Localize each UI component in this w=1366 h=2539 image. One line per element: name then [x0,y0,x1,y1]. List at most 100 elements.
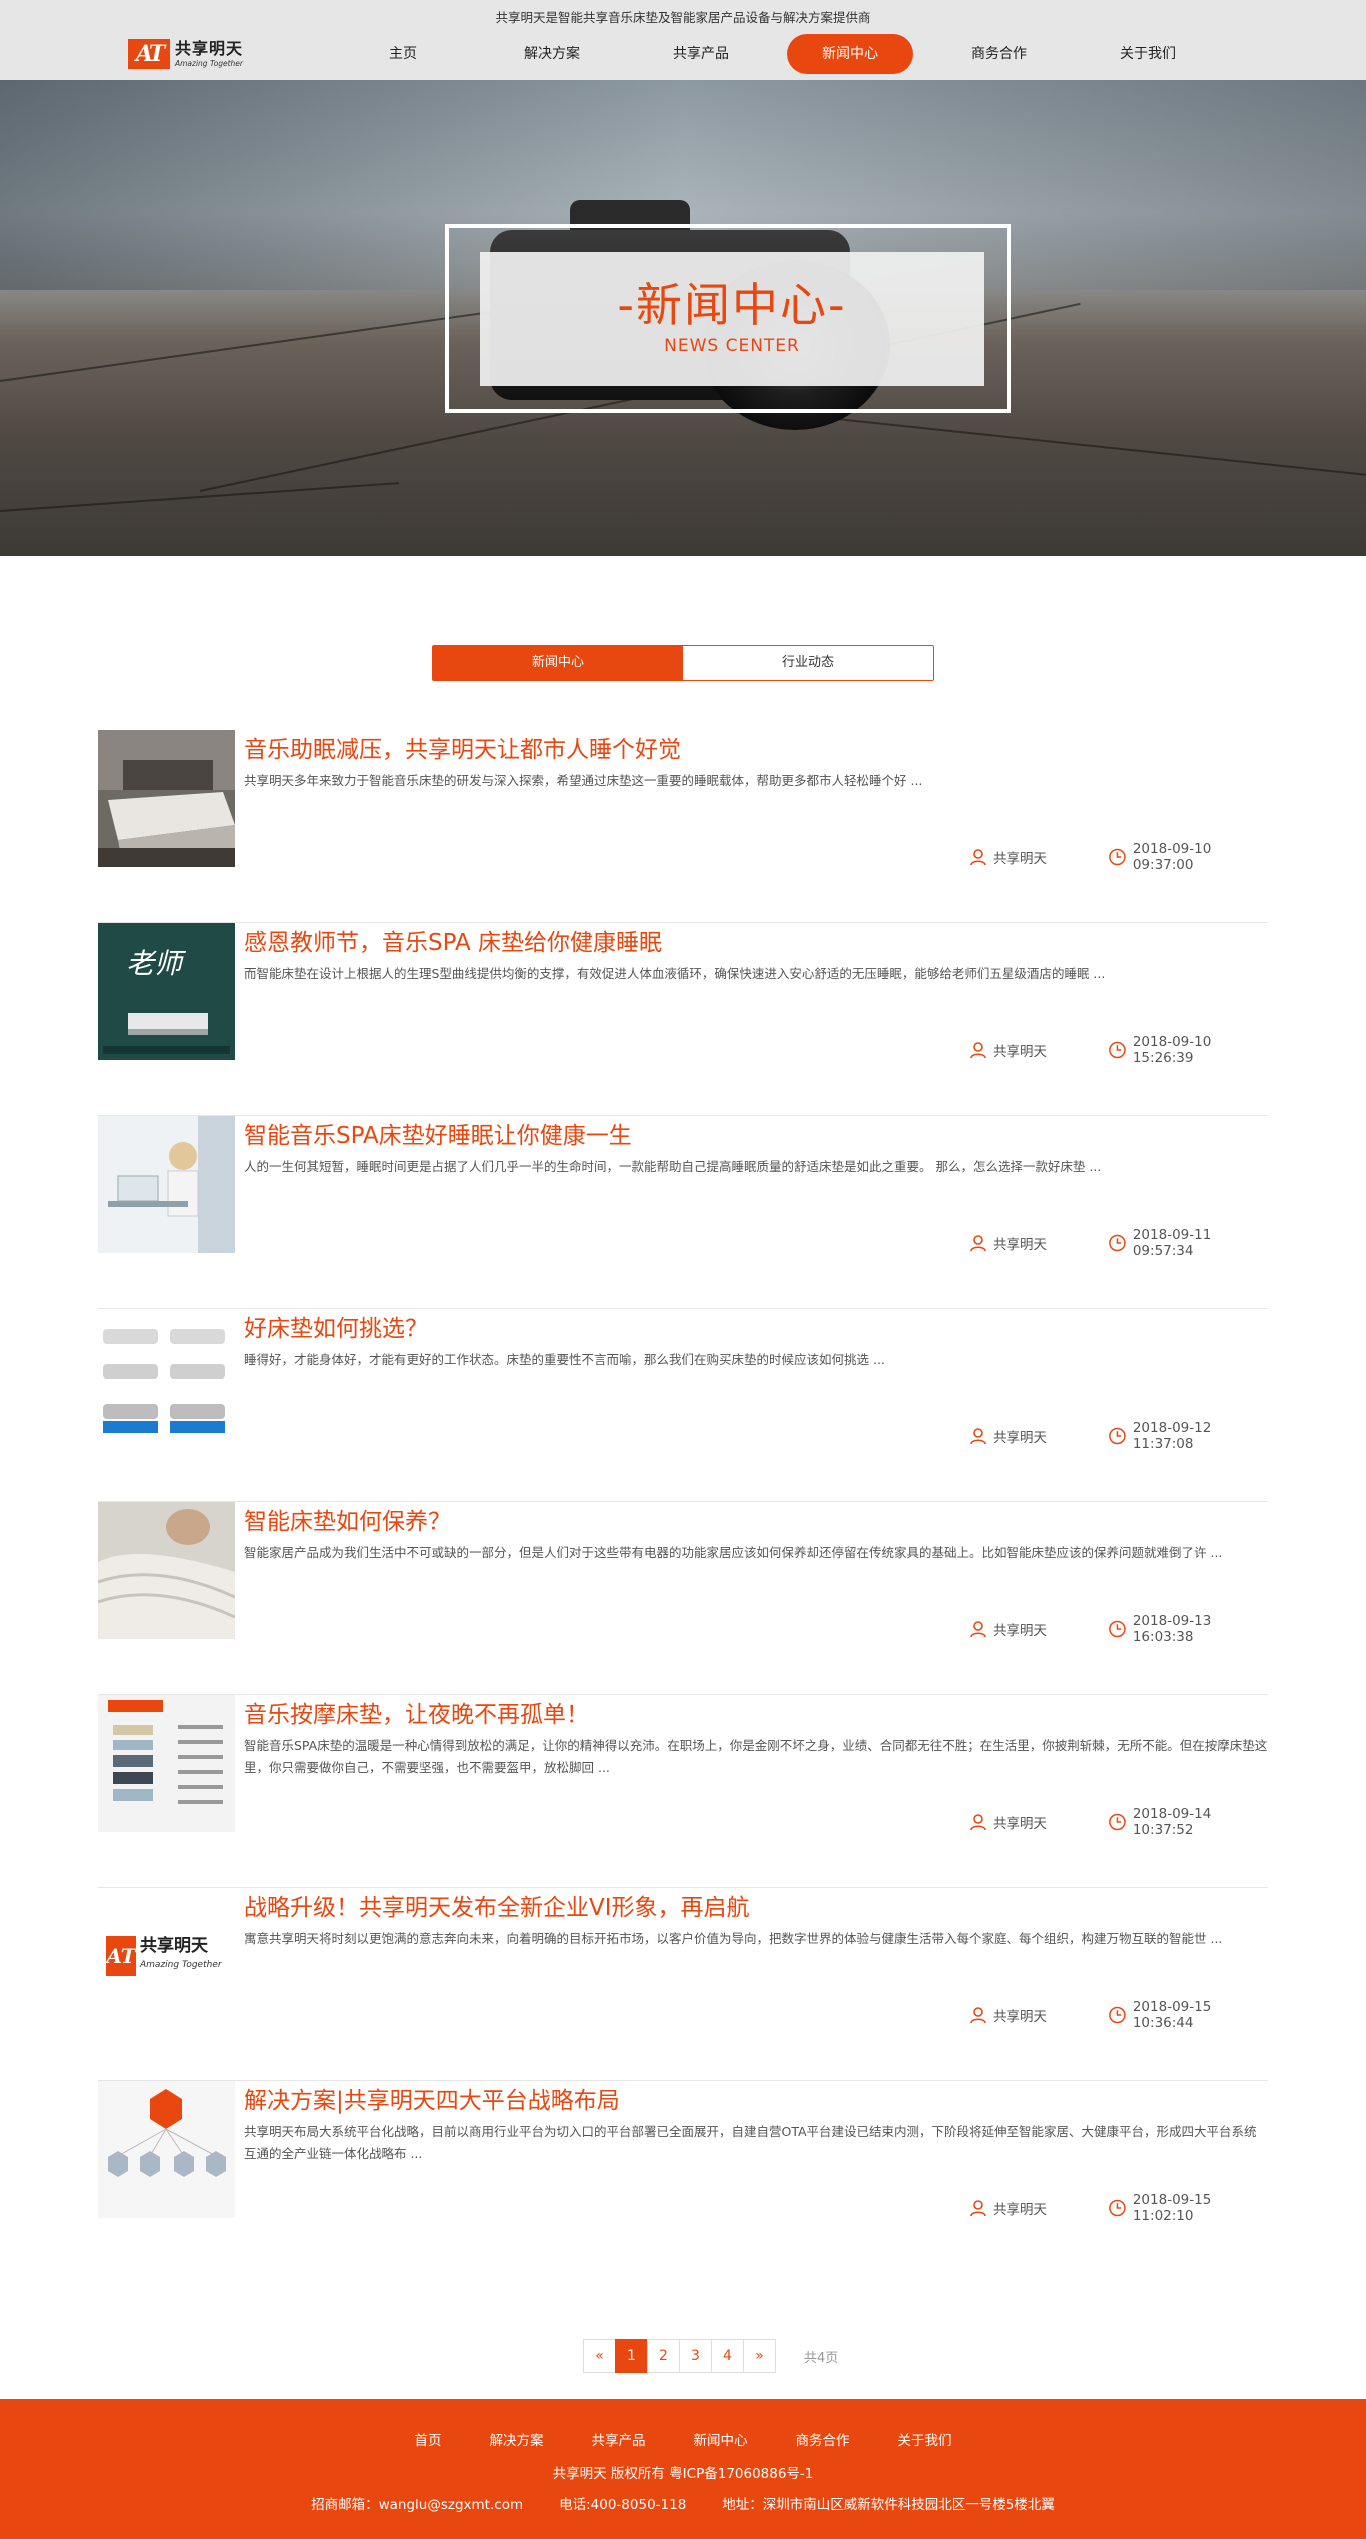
news-author: 共享明天 [969,1811,1047,1833]
nav-home[interactable]: 主页 [340,34,466,74]
news-time: 2018-09-10 09:37:00 [1108,841,1268,873]
user-icon [970,2007,986,2024]
news-item[interactable]: 好床垫如何挑选？ 睡得好，才能身体好，才能有更好的工作状态。床垫的重要性不言而喻… [98,1309,1268,1502]
news-thumbnail[interactable] [98,1116,235,1253]
news-summary: 睡得好，才能身体好，才能有更好的工作状态。床垫的重要性不言而喻，那么我们在购买床… [244,1352,885,1367]
footer-link-business[interactable]: 商务合作 [796,2429,850,2449]
news-thumbnail[interactable]: 老师 [98,923,235,1060]
pagination-page-1[interactable]: 1 [615,2339,648,2373]
banner-subtitle: NEWS CENTER [664,336,800,356]
news-title[interactable]: 智能床垫如何保养？ [244,1502,451,1536]
news-summary: 寓意共享明天将时刻以更饱满的意志奔向未来，向着明确的目标开拓市场，以客户价值为导… [244,1931,1223,1946]
news-author: 共享明天 [969,1618,1047,1640]
news-thumbnail[interactable] [98,730,235,867]
news-thumbnail[interactable]: AT 共享明天 Amazing Together [98,1888,235,2025]
news-title[interactable]: 战略升级！共享明天发布全新企业VI形象，再启航 [244,1888,750,1922]
user-icon [970,1235,986,1252]
footer-link-about[interactable]: 关于我们 [898,2429,952,2449]
footer-contact: 招商邮箱：wanglu@szgxmt.com 电话:400-8050-118 地… [0,2493,1366,2513]
header-tagline: 共享明天是智能共享音乐床垫及智能家居产品设备与解决方案提供商 [495,10,871,25]
news-title[interactable]: 音乐按摩床垫，让夜晚不再孤单！ [244,1695,589,1729]
user-icon [970,849,986,866]
news-summary: 共享明天多年来致力于智能音乐床垫的研发与深入探索，希望通过床垫这一重要的睡眠载体… [244,773,923,788]
news-title[interactable]: 好床垫如何挑选？ [244,1309,428,1343]
nav-news[interactable]: 新闻中心 [787,34,913,74]
pagination-next[interactable]: » [743,2339,776,2373]
news-item[interactable]: 智能音乐SPA床垫好睡眠让你健康一生 人的一生何其短暂，睡眠时间更是占据了人们几… [98,1116,1268,1309]
news-summary: 智能音乐SPA床垫的温暖是一种心情得到放松的满足，让你的精神得以充沛。在职场上，… [244,1738,1268,1775]
thumb-logo-cn: 共享明天 [140,1936,208,1956]
pagination-page-3[interactable]: 3 [679,2339,712,2373]
news-summary: 而智能床垫在设计上根据人的生理S型曲线提供均衡的支撑，有效促进人体血液循环，确保… [244,966,1106,981]
pagination-page-4[interactable]: 4 [711,2339,744,2373]
news-summary: 智能家居产品成为我们生活中不可或缺的一部分，但是人们对于这些带有电器的功能家居应… [244,1545,1223,1560]
news-author: 共享明天 [969,1425,1047,1447]
tab-news-center[interactable]: 新闻中心 [433,646,683,680]
footer-phone: 电话:400-8050-118 [559,2497,687,2513]
news-thumbnail[interactable] [98,2081,235,2218]
thumb-logo-en: Amazing Together [140,1960,222,1970]
nav-products[interactable]: 共享产品 [638,34,764,74]
news-thumbnail[interactable] [98,1309,235,1446]
news-time: 2018-09-12 11:37:08 [1108,1420,1268,1452]
pagination: « 1 2 3 4 » 共4页 [583,2339,839,2373]
news-summary: 人的一生何其短暂，睡眠时间更是占据了人们几乎一半的生命时间，一款能帮助自己提高睡… [244,1159,1102,1174]
news-author: 共享明天 [969,1039,1047,1061]
news-time: 2018-09-10 15:26:39 [1108,1034,1268,1066]
news-summary: 共享明天布局大系统平台化战略，目前以商用行业平台为切入口的平台部署已全面展开，自… [244,2124,1257,2161]
footer-copyright: 共享明天 版权所有 粤ICP备17060886号-1 [552,2466,814,2482]
footer-link-products[interactable]: 共享产品 [592,2429,646,2449]
news-time: 2018-09-13 16:03:38 [1108,1613,1268,1645]
pagination-total: 共4页 [804,2350,839,2366]
user-icon [970,1042,986,1059]
news-banner: -新闻中心- NEWS CENTER [0,80,1366,556]
news-title[interactable]: 感恩教师节，音乐SPA 床垫给你健康睡眠 [244,923,662,957]
news-tabs: 新闻中心 行业动态 [432,645,934,681]
nav-business[interactable]: 商务合作 [936,34,1062,74]
banner-title: -新闻中心- [617,278,847,332]
news-item[interactable]: AT 共享明天 Amazing Together 战略升级！共享明天发布全新企业… [98,1888,1268,2081]
footer-link-home[interactable]: 首页 [415,2429,442,2449]
clock-icon [1109,1620,1126,1638]
footer-nav: 首页 解决方案 共享产品 新闻中心 商务合作 关于我们 [0,2429,1366,2449]
news-item[interactable]: 音乐助眠减压，共享明天让都市人睡个好觉 共享明天多年来致力于智能音乐床垫的研发与… [98,730,1268,923]
nav-solutions[interactable]: 解决方案 [489,34,615,74]
news-author: 共享明天 [969,2197,1047,2219]
news-thumbnail[interactable] [98,1695,235,1832]
footer-link-news[interactable]: 新闻中心 [694,2429,748,2449]
nav-about[interactable]: 关于我们 [1085,34,1211,74]
user-icon [970,1814,986,1831]
clock-icon [1109,1234,1126,1252]
clock-icon [1109,2199,1126,2217]
footer-link-solutions[interactable]: 解决方案 [490,2429,544,2449]
user-icon [970,1428,986,1445]
news-item[interactable]: 解决方案|共享明天四大平台战略布局 共享明天布局大系统平台化战略，目前以商用行业… [98,2081,1268,2274]
news-item[interactable]: 音乐按摩床垫，让夜晚不再孤单！ 智能音乐SPA床垫的温暖是一种心情得到放松的满足… [98,1695,1268,1888]
pagination-page-2[interactable]: 2 [647,2339,680,2373]
clock-icon [1109,1427,1126,1445]
thumb-logo-mark: AT [106,1936,136,1976]
news-item[interactable]: 老师 感恩教师节，音乐SPA 床垫给你健康睡眠 而智能床垫在设计上根据人的生理S… [98,923,1268,1116]
footer-email: 招商邮箱：wanglu@szgxmt.com [311,2497,524,2513]
news-title[interactable]: 音乐助眠减压，共享明天让都市人睡个好觉 [244,730,681,764]
clock-icon [1109,1813,1126,1831]
clock-icon [1109,1041,1126,1059]
footer-address: 地址：深圳市南山区威新软件科技园北区一号楼5楼北翼 [722,2497,1055,2513]
user-icon [970,2200,986,2217]
news-item[interactable]: 智能床垫如何保养？ 智能家居产品成为我们生活中不可或缺的一部分，但是人们对于这些… [98,1502,1268,1695]
clock-icon [1109,2006,1126,2024]
tab-industry-news[interactable]: 行业动态 [683,646,933,680]
news-time: 2018-09-15 10:36:44 [1108,1999,1268,2031]
site-footer: 首页 解决方案 共享产品 新闻中心 商务合作 关于我们 共享明天 版权所有 粤I… [0,2399,1366,2539]
banner-title-box: -新闻中心- NEWS CENTER [480,252,984,386]
news-author: 共享明天 [969,1232,1047,1254]
news-title[interactable]: 解决方案|共享明天四大平台战略布局 [244,2081,620,2115]
news-time: 2018-09-11 09:57:34 [1108,1227,1268,1259]
news-author: 共享明天 [969,846,1047,868]
news-time: 2018-09-15 11:02:10 [1108,2192,1268,2224]
news-thumbnail[interactable] [98,1502,235,1639]
news-title[interactable]: 智能音乐SPA床垫好睡眠让你健康一生 [244,1116,632,1150]
user-icon [970,1621,986,1638]
pagination-prev[interactable]: « [583,2339,616,2373]
news-time: 2018-09-14 10:37:52 [1108,1806,1268,1838]
